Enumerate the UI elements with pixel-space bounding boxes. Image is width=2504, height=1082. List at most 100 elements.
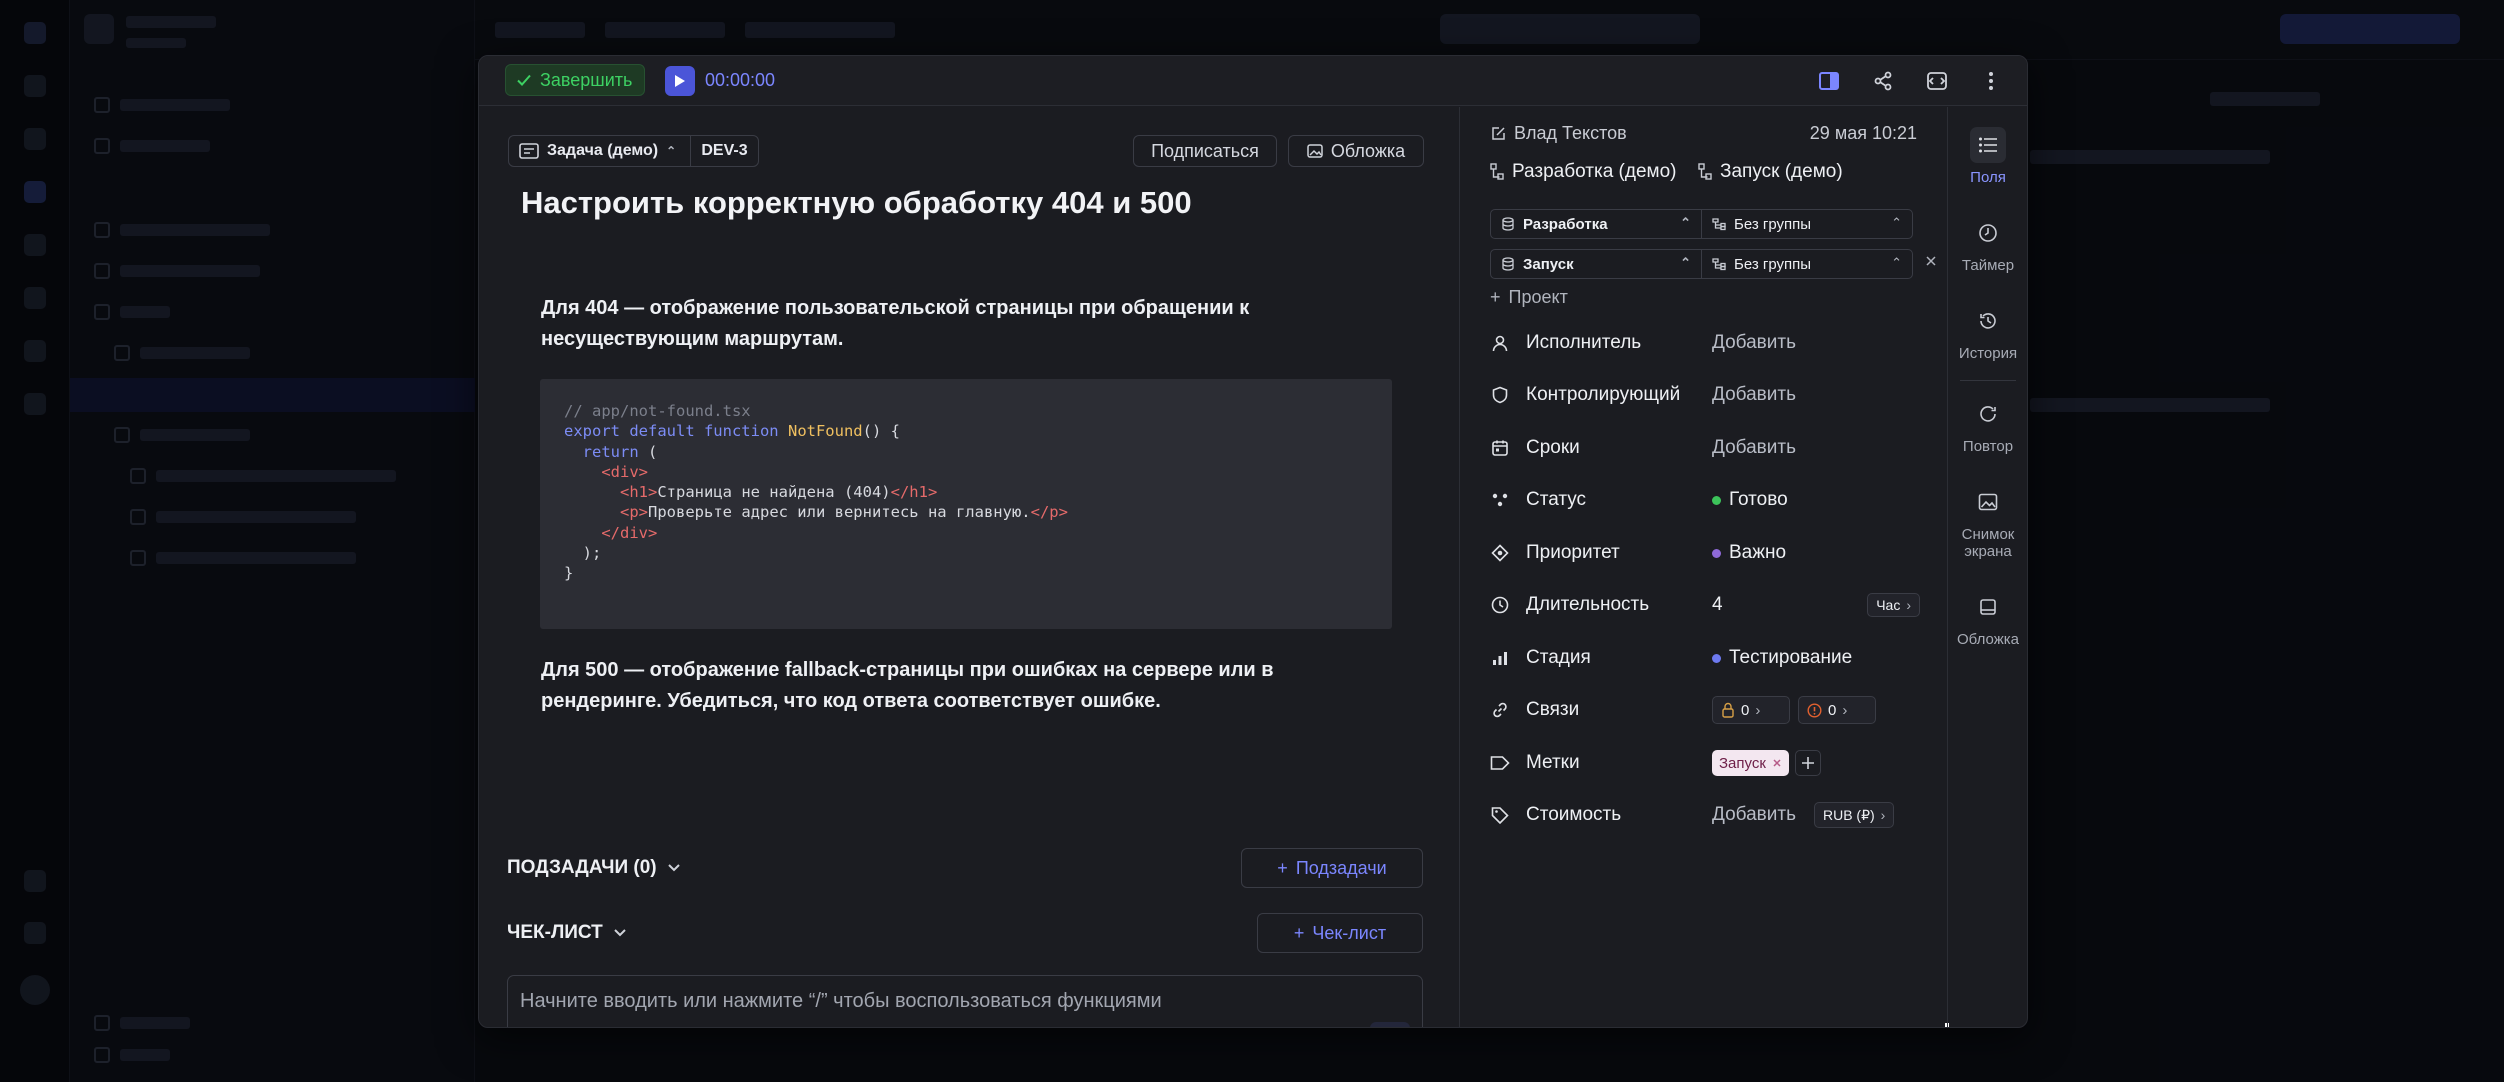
code-tag: </div>	[601, 523, 658, 542]
calendar-icon	[1490, 438, 1510, 458]
rail-history[interactable]: История	[1948, 303, 2027, 362]
add-checklist-button[interactable]: + Чек-лист	[1257, 913, 1423, 953]
group-select[interactable]: Без группы ⌃	[1701, 209, 1913, 239]
stage-value[interactable]: Тестирование	[1712, 647, 1852, 669]
timer-icon	[1970, 215, 2006, 251]
more-vertical-icon[interactable]	[1977, 67, 2005, 95]
property-links[interactable]: Связи 0 › 0 ›	[1490, 695, 1920, 725]
add-subtask-label: Подзадачи	[1295, 857, 1387, 878]
duration-unit-select[interactable]: Час ›	[1867, 593, 1920, 617]
project-link[interactable]: Разработка (демо)	[1490, 161, 1677, 183]
tag-label: Запуск	[1719, 754, 1766, 772]
property-value[interactable]: Добавить	[1712, 384, 1796, 406]
author: Влад Текстов	[1490, 123, 1627, 144]
screenshot-icon	[1970, 484, 2006, 520]
project-icon	[1490, 163, 1504, 181]
chevron-right-icon: ›	[1755, 701, 1761, 719]
task-details-panel: Влад Текстов 29 мая 10:21 Разработка (де…	[1459, 107, 1949, 1027]
chevron-up-icon: ⌃	[1680, 215, 1691, 230]
price-tag-icon	[1490, 805, 1510, 825]
cover-label: Обложка	[1330, 140, 1406, 161]
cost-input[interactable]: Добавить	[1712, 804, 1796, 826]
duration-input[interactable]: 4	[1712, 594, 1723, 616]
description-paragraph[interactable]: Для 500 — отображение fallback-страницы …	[541, 655, 1321, 717]
property-controller[interactable]: Контролирующий Добавить	[1490, 380, 1920, 410]
property-duration[interactable]: Длительность 4 Час ›	[1490, 590, 1920, 620]
rail-screenshot[interactable]: Снимок экрана	[1948, 484, 2027, 560]
project-name: Разработка (демо)	[1512, 161, 1677, 182]
shield-icon	[1490, 385, 1510, 405]
task-id: DEV-3	[701, 142, 748, 159]
property-label: Стоимость	[1526, 804, 1622, 825]
property-deadline[interactable]: Сроки Добавить	[1490, 433, 1920, 463]
currency-select[interactable]: RUB (₽) ›	[1813, 802, 1895, 828]
remove-project-icon[interactable]	[1924, 254, 1938, 268]
history-icon	[1970, 303, 2006, 339]
expand-icon[interactable]	[1923, 67, 1951, 95]
rail-timer-label: Таймер	[1961, 257, 2015, 274]
add-subtask-button[interactable]: + Подзадачи	[1241, 848, 1423, 888]
mention-icon[interactable]	[602, 1026, 630, 1027]
property-value[interactable]: Добавить	[1712, 332, 1796, 354]
group-select[interactable]: Без группы ⌃	[1701, 249, 1913, 279]
attach-icon[interactable]	[514, 1026, 542, 1027]
layout-toggle-icon[interactable]	[1815, 67, 1843, 95]
group-icon	[1712, 257, 1726, 271]
subtasks-toggle[interactable]: ПОДЗАДАЧИ (0)	[507, 857, 681, 879]
task-type-label: Задача (демо)	[547, 142, 659, 159]
property-label: Исполнитель	[1526, 332, 1642, 353]
property-status[interactable]: Статус Готово	[1490, 485, 1920, 515]
comment-input[interactable]: Начните вводить или нажмите “/” чтобы во…	[520, 990, 1162, 1013]
add-checklist-label: Чек-лист	[1312, 922, 1387, 943]
project-select[interactable]: Запуск ⌃	[1490, 249, 1702, 279]
send-button[interactable]	[1370, 1022, 1410, 1027]
blocking-links-button[interactable]: 0 ›	[1798, 696, 1876, 724]
project-select-value: Разработка	[1523, 215, 1608, 233]
property-assignee[interactable]: Исполнитель Добавить	[1490, 328, 1920, 358]
tag-chip[interactable]: Запуск	[1712, 750, 1789, 776]
emoji-icon[interactable]	[558, 1026, 586, 1027]
code-block[interactable]: // app/not-found.tsx export default func…	[540, 379, 1392, 629]
task-id-chip[interactable]: DEV-3	[690, 135, 759, 167]
group-icon	[1712, 217, 1726, 231]
rail-cover[interactable]: Обложка	[1948, 589, 2027, 648]
add-project-button[interactable]: + Проект	[1490, 287, 1568, 308]
code-text: (	[638, 442, 658, 461]
code-tag: <p>	[620, 503, 648, 522]
task-type-select[interactable]: Задача (демо) ⌃	[508, 135, 691, 167]
play-button[interactable]	[665, 66, 695, 96]
property-label: Стадия	[1526, 647, 1591, 668]
property-label: Сроки	[1526, 437, 1580, 458]
author-name: Влад Текстов	[1514, 123, 1627, 143]
property-priority[interactable]: Приоритет Важно	[1490, 538, 1920, 568]
description-paragraph[interactable]: Для 404 — отображение пользовательской с…	[541, 293, 1321, 355]
property-cost[interactable]: Стоимость Добавить RUB (₽) ›	[1490, 800, 1920, 830]
property-tags[interactable]: Метки Запуск	[1490, 748, 1920, 778]
rail-fields[interactable]: Поля	[1948, 127, 2027, 186]
priority-icon	[1490, 543, 1510, 563]
checklist-toggle[interactable]: ЧЕК-ЛИСТ	[507, 922, 627, 944]
property-value[interactable]: Добавить	[1712, 437, 1796, 459]
chevron-right-icon: ›	[1880, 807, 1886, 823]
property-stage[interactable]: Стадия Тестирование	[1490, 643, 1920, 673]
microphone-icon[interactable]	[1332, 1026, 1360, 1027]
comment-box[interactable]: Начните вводить или нажмите “/” чтобы во…	[507, 975, 1423, 1027]
project-link[interactable]: Запуск (демо)	[1698, 161, 1843, 183]
blocked-count: 0	[1741, 701, 1750, 719]
check-icon	[516, 72, 532, 88]
task-title[interactable]: Настроить корректную обработку 404 и 500	[521, 185, 1192, 221]
share-icon[interactable]	[1869, 67, 1897, 95]
remove-tag-icon[interactable]	[1772, 758, 1782, 768]
finish-button[interactable]: Завершить	[505, 64, 646, 96]
blocked-links-button[interactable]: 0 ›	[1712, 696, 1790, 724]
rail-repeat[interactable]: Повтор	[1948, 396, 2027, 455]
priority-value[interactable]: Важно	[1712, 542, 1786, 564]
bar-chart-icon	[1490, 648, 1510, 668]
subscribe-button[interactable]: Подписаться	[1133, 135, 1277, 167]
cover-button[interactable]: Обложка	[1288, 135, 1424, 167]
project-select[interactable]: Разработка ⌃	[1490, 209, 1702, 239]
code-keyword: return	[582, 442, 639, 461]
add-tag-button[interactable]	[1794, 750, 1821, 776]
rail-timer[interactable]: Таймер	[1948, 215, 2027, 274]
status-value[interactable]: Готово	[1712, 489, 1788, 511]
